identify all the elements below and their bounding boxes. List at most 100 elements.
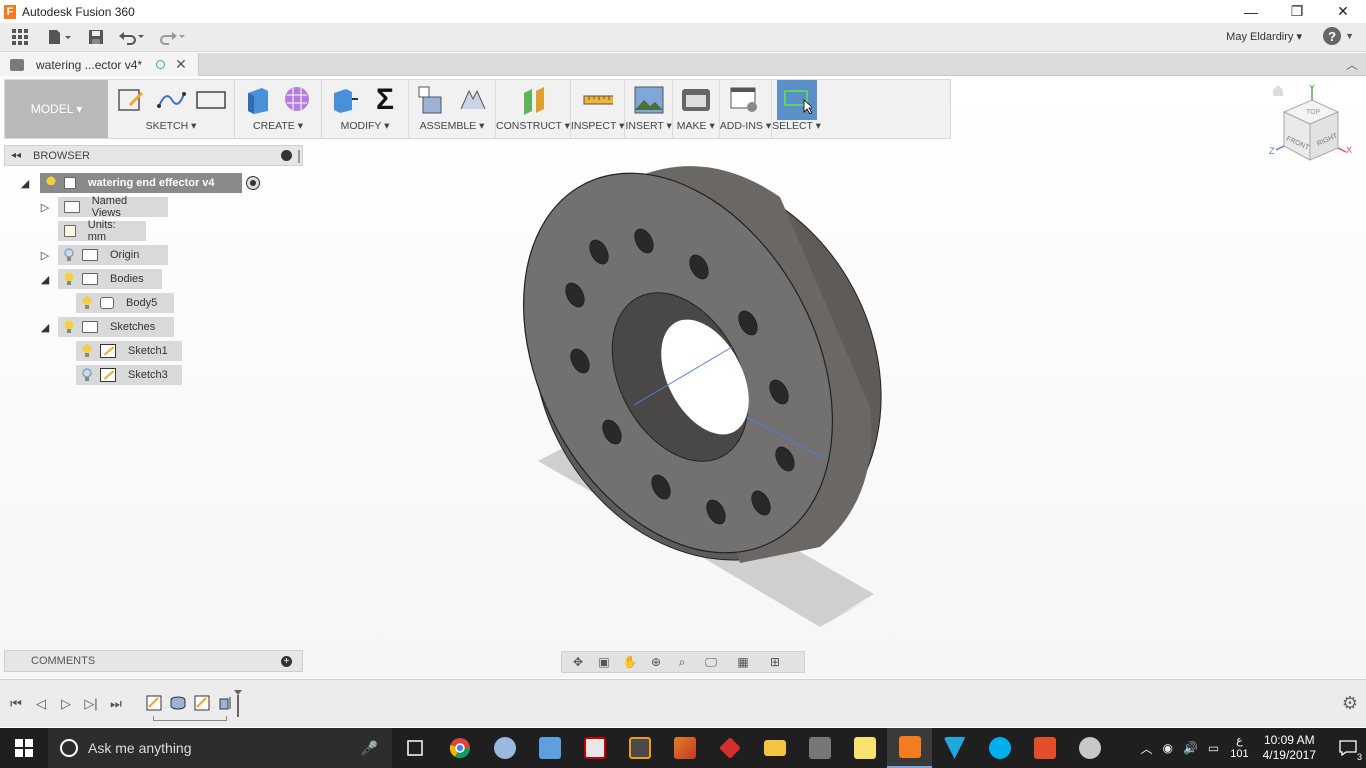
taskbar-file-explorer[interactable] [752, 728, 797, 768]
workspace-switcher[interactable]: MODEL ▾ [5, 80, 108, 138]
taskbar-paint-app[interactable] [482, 728, 527, 768]
collapse-triangle-icon[interactable]: ◢ [38, 321, 52, 334]
tree-item-body5[interactable]: Body5 [76, 293, 174, 313]
network-icon[interactable]: ◉ [1162, 741, 1172, 755]
orbit-icon[interactable]: ✥ [568, 654, 588, 670]
expand-triangle-icon[interactable]: ▷ [38, 249, 52, 262]
microphone-icon[interactable]: 🎤 [361, 740, 378, 757]
tree-item-sketch1[interactable]: Sketch1 [76, 341, 182, 361]
timeline-marker[interactable] [234, 690, 242, 718]
show-hidden-icons-chevron-icon[interactable]: ︿ [1140, 740, 1152, 757]
add-comment-icon[interactable]: + [281, 656, 292, 667]
tree-item-sketch3[interactable]: Sketch3 [76, 365, 182, 385]
model-canvas[interactable] [0, 77, 1366, 678]
tree-item-sketches[interactable]: ◢ Sketches [38, 317, 174, 337]
visibility-bulb-icon[interactable] [62, 320, 76, 334]
visibility-bulb-icon[interactable] [44, 176, 58, 190]
press-pull-icon[interactable] [330, 85, 360, 115]
gear-icon[interactable]: ⚙ [1342, 693, 1358, 714]
tree-root[interactable]: ◢ watering end effector v4 [18, 173, 260, 193]
fit-zoom-icon[interactable]: ⌕ [672, 654, 692, 670]
save-button[interactable] [80, 23, 112, 52]
activate-radio-icon[interactable] [246, 176, 260, 190]
tree-item-origin[interactable]: ▷ Origin [38, 245, 168, 265]
viewports-icon[interactable]: ⊞ [762, 654, 788, 670]
display-settings-icon[interactable]: 🖵 [698, 654, 724, 670]
grid-settings-icon[interactable]: ▦ [730, 654, 756, 670]
tree-item-bodies[interactable]: ◢ Bodies [38, 269, 162, 289]
taskbar-media-app[interactable] [527, 728, 572, 768]
browser-panel-header[interactable]: ◂◂ BROWSER [4, 145, 303, 166]
new-component-icon[interactable] [417, 85, 447, 115]
expand-triangle-icon[interactable]: ◢ [18, 177, 32, 190]
minimize-button[interactable]: — [1228, 0, 1274, 23]
step-forward-icon[interactable]: ▷| [81, 694, 101, 714]
redo-button[interactable] [152, 23, 192, 52]
view-cube[interactable]: TOP FRONT RIGHT Y X Z [1266, 82, 1358, 172]
expand-triangle-icon[interactable]: ▷ [38, 201, 52, 214]
comments-panel-header[interactable]: COMMENTS + [4, 650, 303, 672]
panel-resize-handle[interactable] [298, 150, 300, 163]
scripts-icon[interactable] [730, 85, 760, 115]
battery-icon[interactable]: ▭ [1208, 741, 1219, 755]
form-icon[interactable] [283, 85, 313, 115]
modify-group[interactable]: Σ MODIFY ▾ [322, 80, 409, 138]
taskbar-matlab-app[interactable] [662, 728, 707, 768]
pan-hand-icon[interactable]: ✋ [620, 654, 640, 670]
play-icon[interactable]: ▷ [56, 694, 76, 714]
go-to-end-icon[interactable]: ⏭ [106, 694, 126, 714]
file-menu-button[interactable] [40, 23, 80, 52]
help-menu[interactable]: ? ▼ [1323, 27, 1354, 45]
volume-icon[interactable]: 🔊 [1183, 741, 1198, 755]
user-account-menu[interactable]: May Eldardiry ▾ [1226, 30, 1302, 43]
insert-image-icon[interactable] [634, 85, 664, 115]
taskbar-cat-app[interactable] [797, 728, 842, 768]
sketch-group[interactable]: SKETCH ▾ [108, 80, 235, 138]
maximize-button[interactable]: ❐ [1274, 0, 1320, 23]
taskbar-paint3d[interactable] [1067, 728, 1112, 768]
joint-icon[interactable] [457, 85, 487, 115]
visibility-bulb-icon[interactable] [80, 344, 94, 358]
3d-print-icon[interactable] [681, 85, 711, 115]
clock[interactable]: 10:09 AM 4/19/2017 [1263, 733, 1316, 763]
collapse-caret-icon[interactable]: ︿ [1346, 56, 1358, 73]
close-button[interactable]: ✕ [1320, 0, 1366, 23]
close-tab-icon[interactable]: ✕ [175, 56, 187, 73]
step-back-icon[interactable]: ◁ [31, 694, 51, 714]
action-center-button[interactable]: 3 [1330, 728, 1366, 768]
cortana-search-box[interactable]: Ask me anything 🎤 [48, 728, 392, 768]
make-group[interactable]: MAKE ▾ [673, 80, 720, 138]
document-tab[interactable]: watering ...ector v4* ✕ [0, 53, 199, 76]
tree-item-units[interactable]: Units: mm [38, 219, 146, 243]
collapse-panel-icon[interactable]: ◂◂ [11, 150, 21, 161]
minimize-browser-icon[interactable] [281, 150, 292, 161]
timeline-extrude-feature[interactable] [217, 694, 235, 712]
visibility-bulb-icon[interactable] [62, 272, 76, 286]
box-icon[interactable] [243, 85, 273, 115]
tree-item-named-views[interactable]: ▷ Named Views [38, 195, 168, 219]
taskbar-sticky-notes[interactable] [842, 728, 887, 768]
taskbar-solidworks-app[interactable] [572, 728, 617, 768]
rectangle-icon[interactable] [196, 85, 226, 115]
select-group[interactable]: SELECT ▾ [772, 80, 821, 138]
data-panel-button[interactable] [0, 23, 40, 52]
create-sketch-icon[interactable] [116, 85, 146, 115]
offset-plane-icon[interactable] [518, 85, 548, 115]
add-ins-group[interactable]: ADD-INS ▾ [720, 80, 773, 138]
collapse-triangle-icon[interactable]: ◢ [38, 273, 52, 286]
taskbar-fusion360[interactable] [887, 728, 932, 768]
assemble-group[interactable]: ASSEMBLE ▾ [409, 80, 496, 138]
undo-button[interactable] [112, 23, 152, 52]
timeline-sketch-feature[interactable] [193, 694, 211, 712]
look-at-icon[interactable]: ▣ [594, 654, 614, 670]
visibility-bulb-icon[interactable] [62, 248, 76, 262]
spline-icon[interactable] [156, 85, 186, 115]
task-view-button[interactable] [392, 728, 437, 768]
timeline-sketch-feature[interactable] [145, 694, 163, 712]
taskbar-red-app[interactable] [707, 728, 752, 768]
go-to-start-icon[interactable]: ⏮ [6, 694, 26, 714]
visibility-bulb-icon[interactable] [80, 296, 94, 310]
sigma-icon[interactable]: Σ [370, 83, 400, 116]
inspect-group[interactable]: INSPECT ▾ [571, 80, 626, 138]
taskbar-acrobat[interactable] [1022, 728, 1067, 768]
